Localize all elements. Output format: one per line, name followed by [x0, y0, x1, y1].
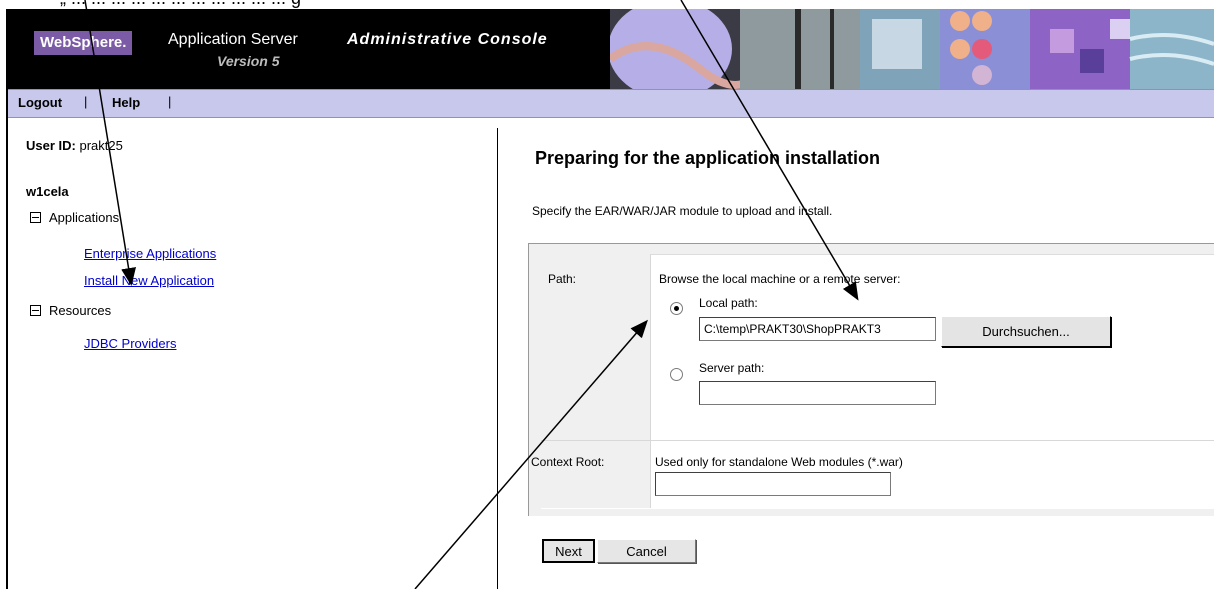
banner-artwork — [610, 9, 1214, 89]
enterprise-applications-link[interactable]: Enterprise Applications — [84, 246, 216, 261]
product-name: Application Server — [168, 31, 298, 48]
install-new-application-link[interactable]: Install New Application — [84, 273, 214, 288]
product-version: Version 5 — [217, 53, 280, 69]
path-label: Path: — [548, 272, 577, 286]
user-id: User ID: prakt25 — [26, 138, 123, 153]
tree-applications[interactable]: Applications — [30, 210, 119, 225]
collapse-icon[interactable] — [30, 212, 41, 223]
collapse-icon[interactable] — [30, 305, 41, 316]
applications-label: Applications — [49, 210, 120, 225]
top-navbar: Logout | Help | — [8, 89, 1214, 118]
top-caption-fragment: „ ... ... ... ... ... ... ... ... ... ..… — [0, 0, 1214, 9]
console-title: Administrative Console — [347, 31, 548, 48]
websphere-logo: WebSphere. — [34, 31, 133, 55]
context-root-hint: Used only for standalone Web modules (*.… — [655, 455, 903, 469]
local-path-radio[interactable] — [670, 302, 683, 315]
next-button[interactable]: Next — [542, 539, 595, 563]
local-path-label: Local path: — [699, 296, 758, 310]
node-name: w1cela — [26, 184, 69, 199]
context-root-label: Context Root: — [531, 455, 605, 469]
row-separator — [541, 440, 1214, 441]
server-path-label: Server path: — [699, 361, 765, 375]
server-path-radio[interactable] — [670, 368, 683, 381]
cancel-button[interactable]: Cancel — [597, 539, 696, 563]
column-separator — [650, 254, 651, 508]
jdbc-providers-link[interactable]: JDBC Providers — [84, 336, 176, 351]
nav-separator: | — [168, 94, 172, 109]
pane-divider — [497, 128, 498, 589]
tree-resources[interactable]: Resources — [30, 303, 111, 318]
user-id-label: User ID: — [26, 138, 76, 153]
nav-separator: | — [84, 94, 88, 109]
banner: WebSphere. Application Server Version 5 … — [8, 9, 1214, 89]
local-path-input[interactable] — [699, 317, 936, 341]
form-label-column — [541, 254, 650, 508]
browse-button[interactable]: Durchsuchen... — [941, 316, 1111, 347]
navigation-tree — [8, 118, 497, 589]
server-path-input[interactable] — [699, 381, 936, 405]
user-id-value: prakt25 — [79, 138, 123, 153]
context-root-input[interactable] — [655, 472, 891, 496]
browse-instructions: Browse the local machine or a remote ser… — [659, 272, 901, 286]
resources-label: Resources — [49, 303, 112, 318]
logout-link[interactable]: Logout — [18, 95, 62, 110]
page-title: Preparing for the application installati… — [535, 148, 881, 168]
help-link[interactable]: Help — [112, 95, 140, 110]
page-description: Specify the EAR/WAR/JAR module to upload… — [532, 204, 833, 218]
